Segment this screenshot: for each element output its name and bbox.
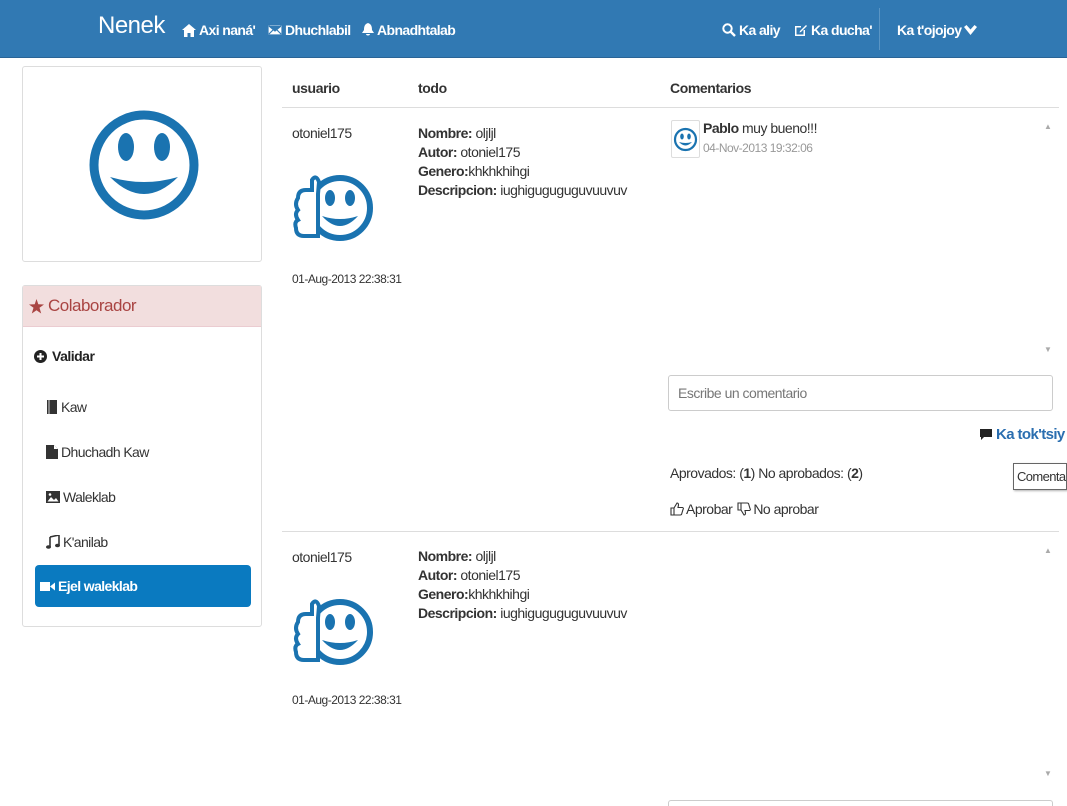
comment-date: 04-Nov-2013 19:32:06 <box>703 141 813 155</box>
panel-title: Colaborador <box>48 296 137 315</box>
row2-details: Nombre: oljljl Autor: otoniel175 Genero:… <box>418 547 627 623</box>
detail-nombre: Nombre: oljljl <box>418 125 496 141</box>
video-icon <box>40 581 55 591</box>
row1-timestamp: 01-Aug-2013 22:38:31 <box>292 272 402 286</box>
scrollbar[interactable]: ▲ ▼ <box>1041 536 1055 788</box>
nav-messages-label: Dhuchlabil <box>285 22 351 38</box>
scrollbar[interactable]: ▲ ▼ <box>1041 112 1055 364</box>
disapprove-button[interactable]: No aprobar <box>753 501 819 517</box>
send-comment-button[interactable]: Ka tok'tsiy <box>980 426 1065 443</box>
sidebar-item-ejel-waleklab[interactable]: Ejel waleklab <box>35 565 251 607</box>
comment-icon <box>980 428 992 440</box>
scroll-down-icon[interactable]: ▼ <box>1044 769 1052 778</box>
scroll-up-icon[interactable]: ▲ <box>1044 122 1052 131</box>
header-divider <box>282 107 1059 108</box>
navbar: Nenek Axi naná' Dhuchlabil Abnadhtalab K… <box>0 0 1067 58</box>
column-header-comentarios: Comentarios <box>670 80 752 96</box>
file-icon <box>46 445 58 459</box>
detail-autor: Autor: otoniel175 <box>418 144 521 160</box>
detail-autor: Autor: otoniel175 <box>418 567 521 583</box>
panel-heading: Colaborador <box>23 286 261 327</box>
scroll-up-icon[interactable]: ▲ <box>1044 546 1052 555</box>
sidebar-item-label: Waleklab <box>63 489 116 505</box>
nav-home[interactable]: Axi naná' <box>182 22 256 38</box>
validar-section: Validar <box>34 348 95 364</box>
book-icon <box>47 400 57 414</box>
nav-search[interactable]: Ka aliy <box>722 22 781 38</box>
detail-descripcion: Descripcion: iughiguguguguvuuvuv <box>418 182 627 198</box>
detail-genero: Genero:khkhkhihgi <box>418 163 530 179</box>
home-icon <box>182 23 196 37</box>
row2-timestamp: 01-Aug-2013 22:38:31 <box>292 693 402 707</box>
comment-text: muy bueno!!! <box>738 120 817 136</box>
nav-search-label: Ka aliy <box>739 22 781 38</box>
page-edge <box>1058 532 1067 806</box>
sidebar-item-kaw[interactable]: Kaw <box>46 399 87 415</box>
edit-icon <box>795 25 807 36</box>
sidebar-item-kanilab[interactable]: K'anilab <box>46 534 108 550</box>
sidebar-panel: Colaborador Validar Kaw Dhuchadh Kaw Wal… <box>22 285 262 627</box>
sidebar-item-label: Kaw <box>61 399 87 415</box>
row1-thumbnail <box>293 175 373 241</box>
row1-user: otoniel175 <box>292 125 352 141</box>
nav-write[interactable]: Ka ducha' <box>794 22 873 38</box>
sidebar-item-label: Dhuchadh Kaw <box>61 444 149 460</box>
bell-icon <box>362 23 374 36</box>
thumbs-down-icon[interactable] <box>737 502 752 516</box>
vote-summary: Aprovados: (1) No aprobados: (2) <box>670 465 863 481</box>
avatar-smiley <box>89 110 199 220</box>
comment-avatar <box>671 120 700 158</box>
row2-thumbnail <box>293 599 373 665</box>
search-icon <box>722 23 736 37</box>
row2-user: otoniel175 <box>292 549 352 565</box>
music-icon <box>46 535 60 549</box>
profile-avatar-box <box>22 66 262 262</box>
nav-messages[interactable]: Dhuchlabil <box>268 22 351 38</box>
plus-circle-icon <box>34 349 47 363</box>
approve-button[interactable]: Aprobar <box>686 501 733 517</box>
sidebar-item-waleklab[interactable]: Waleklab <box>46 489 116 505</box>
comment-input-2[interactable] <box>668 800 1053 806</box>
nav-home-label: Axi naná' <box>199 22 256 38</box>
nav-notifications-label: Abnadhtalab <box>377 22 456 38</box>
nav-notifications[interactable]: Abnadhtalab <box>362 22 456 38</box>
brand-logo[interactable]: Nenek <box>98 12 165 40</box>
row1-details: Nombre: oljljl Autor: otoniel175 Genero:… <box>418 124 627 200</box>
comment-tooltip: Comentar <box>1013 463 1067 490</box>
comment-input[interactable] <box>668 375 1053 411</box>
picture-icon <box>46 491 60 503</box>
nav-user-menu[interactable]: Ka t'ojojoy <box>897 22 978 38</box>
nav-user-menu-label: Ka t'ojojoy <box>897 22 962 38</box>
sidebar-item-label: K'anilab <box>63 534 108 550</box>
comment-author[interactable]: Pablo <box>703 120 739 136</box>
send-comment-label: Ka tok'tsiy <box>996 426 1065 443</box>
smiley-icon <box>673 127 698 152</box>
column-header-todo: todo <box>418 80 447 96</box>
comment-body: Pablo muy bueno!!! <box>703 120 817 136</box>
nav-divider <box>879 8 880 50</box>
detail-nombre: Nombre: oljljl <box>418 548 496 564</box>
chevron-down-icon <box>964 24 978 35</box>
thumbs-up-icon[interactable] <box>670 502 684 516</box>
column-header-usuario: usuario <box>292 80 340 96</box>
validar-label: Validar <box>52 348 95 364</box>
envelope-icon <box>268 24 282 36</box>
scroll-down-icon[interactable]: ▼ <box>1044 345 1052 354</box>
detail-descripcion: Descripcion: iughiguguguguvuuvuv <box>418 605 627 621</box>
row-divider <box>282 531 1059 532</box>
sidebar-item-dhuchadh-kaw[interactable]: Dhuchadh Kaw <box>46 444 149 460</box>
star-icon <box>29 298 44 313</box>
nav-write-label: Ka ducha' <box>811 22 873 38</box>
vote-buttons: Aprobar No aprobar <box>670 501 819 517</box>
comment-list-2[interactable]: ▲ ▼ <box>668 536 1055 788</box>
detail-genero: Genero:khkhkhihgi <box>418 586 530 602</box>
sidebar-item-label: Ejel waleklab <box>58 578 138 594</box>
